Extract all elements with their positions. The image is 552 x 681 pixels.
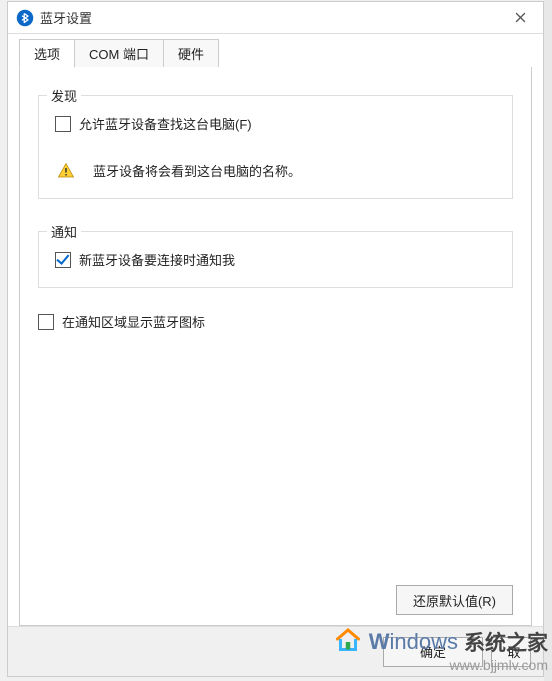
- dialog-title: 蓝牙设置: [40, 8, 499, 27]
- checkbox-notify-new-label: 新蓝牙设备要连接时通知我: [79, 250, 235, 269]
- discovery-warning-text: 蓝牙设备将会看到这台电脑的名称。: [93, 161, 301, 180]
- checkbox-notify-new[interactable]: [55, 252, 71, 268]
- fieldset-notifications: 通知 新蓝牙设备要连接时通知我: [38, 231, 513, 288]
- bluetooth-settings-dialog: 蓝牙设置 选项 COM 端口 硬件 发现 允许蓝牙设备查找这台电脑(F) 蓝牙设…: [7, 1, 544, 677]
- close-button[interactable]: [499, 3, 541, 33]
- fieldset-discovery: 发现 允许蓝牙设备查找这台电脑(F) 蓝牙设备将会看到这台电脑的名称。: [38, 95, 513, 199]
- fieldset-discovery-legend: 发现: [47, 86, 81, 105]
- bluetooth-icon: [16, 9, 34, 27]
- tab-hardware[interactable]: 硬件: [163, 39, 219, 68]
- checkbox-allow-find-label: 允许蓝牙设备查找这台电脑(F): [79, 114, 252, 133]
- fieldset-notifications-legend: 通知: [47, 222, 81, 241]
- warning-icon: [57, 162, 75, 180]
- tab-content-options: 发现 允许蓝牙设备查找这台电脑(F) 蓝牙设备将会看到这台电脑的名称。 通知 新…: [19, 67, 532, 626]
- ok-button[interactable]: 确定: [383, 637, 483, 667]
- checkbox-allow-find[interactable]: [55, 116, 71, 132]
- tab-com-ports[interactable]: COM 端口: [74, 39, 164, 68]
- cancel-button[interactable]: 取: [491, 637, 531, 667]
- tab-options[interactable]: 选项: [19, 39, 75, 68]
- checkbox-show-tray-icon-label: 在通知区域显示蓝牙图标: [62, 312, 205, 331]
- titlebar: 蓝牙设置: [8, 2, 543, 34]
- checkbox-show-tray-icon[interactable]: [38, 314, 54, 330]
- restore-defaults-button[interactable]: 还原默认值(R): [396, 585, 513, 615]
- tab-bar: 选项 COM 端口 硬件: [8, 34, 543, 68]
- dialog-footer: 确定 取: [8, 626, 543, 676]
